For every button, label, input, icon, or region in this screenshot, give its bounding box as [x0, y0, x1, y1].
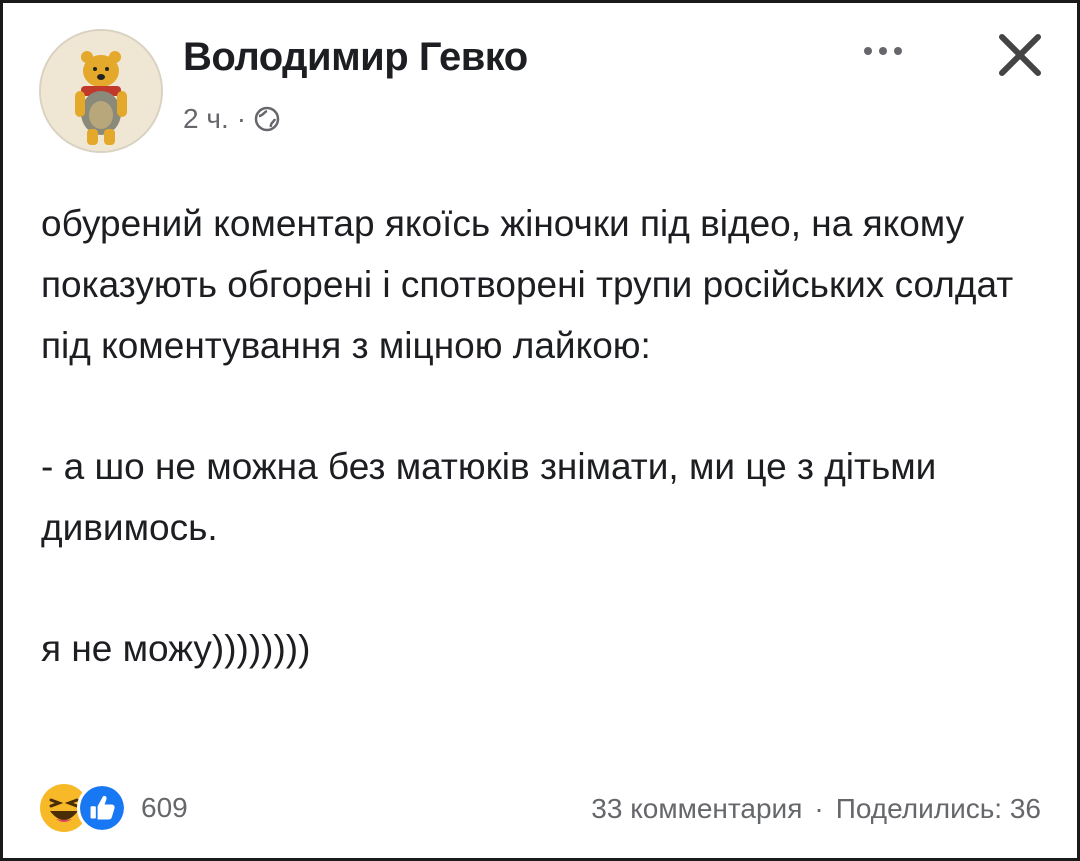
- more-horizontal-icon: [864, 47, 902, 55]
- close-button[interactable]: [988, 23, 1052, 87]
- more-options-button[interactable]: [853, 31, 913, 71]
- post-header: Володимир Гевко 2 ч. ·: [3, 3, 1077, 163]
- post-paragraph: - а шо не можна без матюків знімати, ми …: [41, 446, 937, 548]
- close-icon: [999, 34, 1041, 76]
- comments-count-link[interactable]: 33 комментария: [591, 793, 802, 825]
- reaction-count: 609: [141, 792, 188, 823]
- post-paragraph: обурений коментар якоїсь жіночки під від…: [41, 203, 1014, 366]
- stats-separator: ·: [814, 793, 824, 824]
- post-footer: 609 33 комментария · Поделились: 36: [3, 773, 1077, 843]
- meta-separator: ·: [236, 103, 247, 134]
- engagement-stats: 33 комментария · Поделились: 36: [591, 793, 1041, 825]
- post-body: обурений коментар якоїсь жіночки під від…: [41, 193, 1051, 679]
- avatar[interactable]: [39, 29, 163, 153]
- author-name[interactable]: Володимир Гевко: [183, 35, 528, 80]
- bear-illustration: [41, 31, 161, 151]
- post-card: Володимир Гевко 2 ч. · обурений коментар…: [0, 0, 1080, 861]
- like-icon: [77, 783, 127, 833]
- reactions-summary[interactable]: 609: [39, 783, 188, 833]
- globe-icon[interactable]: [254, 106, 280, 132]
- post-meta: 2 ч. ·: [183, 103, 280, 135]
- shares-count-link[interactable]: Поделились: 36: [836, 793, 1041, 825]
- post-paragraph: я не можу)))))))): [41, 628, 311, 669]
- post-time[interactable]: 2 ч.: [183, 103, 229, 135]
